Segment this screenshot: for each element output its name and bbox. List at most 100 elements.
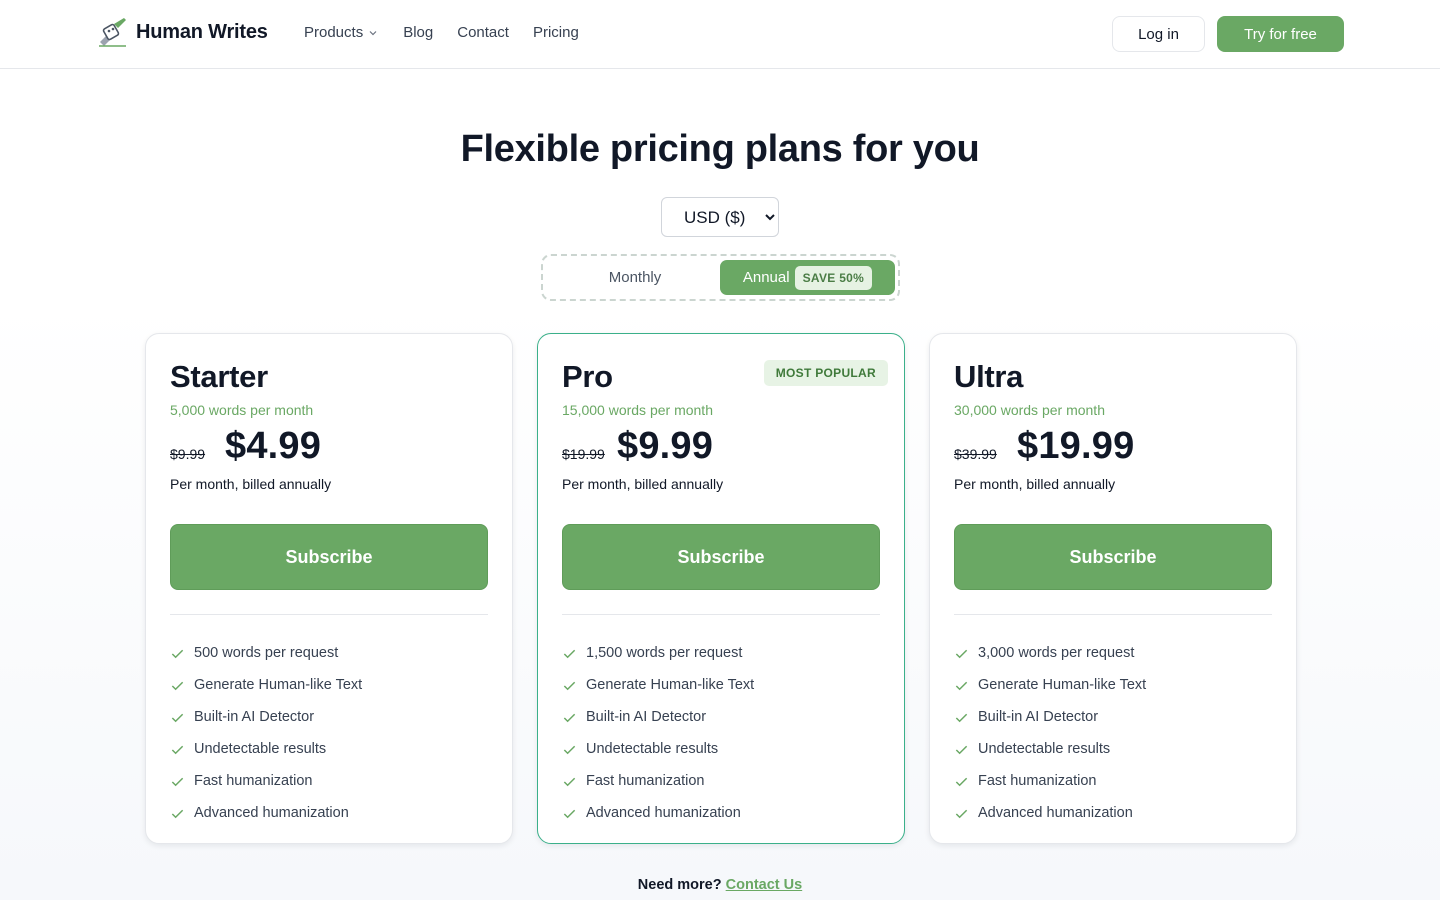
- feature-text: Built-in AI Detector: [978, 709, 1099, 725]
- plan-old-price: $19.99: [562, 446, 605, 462]
- feature-text: Generate Human-like Text: [978, 677, 1147, 693]
- feature-text: Undetectable results: [194, 741, 327, 757]
- card-divider: [954, 614, 1272, 615]
- check-icon: [171, 713, 184, 722]
- robot-pen-icon: [99, 18, 126, 47]
- feature-text: Advanced humanization: [586, 805, 741, 821]
- feature-list: 500 words per request Generate Human-lik…: [170, 637, 362, 829]
- check-icon: [955, 649, 968, 658]
- feature-list: 1,500 words per request Generate Human-l…: [562, 637, 754, 829]
- plan-price: $4.99: [225, 425, 322, 467]
- feature-text: Undetectable results: [586, 741, 719, 757]
- feature-text: 3,000 words per request: [978, 645, 1135, 661]
- card-divider: [170, 614, 488, 615]
- most-popular-badge: MOST POPULAR: [763, 360, 888, 386]
- feature-text: Advanced humanization: [978, 805, 1133, 821]
- feature-item: Advanced humanization: [170, 797, 362, 829]
- nav-contact[interactable]: Contact: [457, 24, 509, 41]
- feature-item: Built-in AI Detector: [170, 701, 362, 733]
- toggle-annual[interactable]: Annual SAVE 50%: [720, 260, 895, 295]
- check-icon: [563, 649, 576, 658]
- try-for-free-button[interactable]: Try for free: [1217, 16, 1344, 52]
- contact-us-link[interactable]: Contact Us: [726, 877, 803, 893]
- plan-words: 5,000 words per month: [170, 402, 314, 418]
- plan-price: $9.99: [617, 425, 714, 467]
- feature-text: Fast humanization: [194, 773, 313, 789]
- toggle-annual-label: Annual: [742, 269, 790, 286]
- subscribe-button-ultra[interactable]: Subscribe: [954, 524, 1272, 590]
- nav-products[interactable]: Products: [304, 24, 379, 41]
- check-icon: [171, 681, 184, 690]
- feature-item: Generate Human-like Text: [170, 669, 362, 701]
- need-more-line: Need more? Contact Us: [0, 877, 1440, 893]
- plan-name: Pro: [562, 359, 613, 394]
- plan-name: Ultra: [954, 359, 1024, 394]
- feature-text: 1,500 words per request: [586, 645, 743, 661]
- plan-card-ultra: Ultra 30,000 words per month $39.99 $19.…: [929, 333, 1297, 844]
- feature-list: 3,000 words per request Generate Human-l…: [954, 637, 1146, 829]
- feature-item: Undetectable results: [170, 733, 362, 765]
- feature-text: Generate Human-like Text: [194, 677, 363, 693]
- check-icon: [563, 681, 576, 690]
- billing-toggle: Monthly Annual SAVE 50%: [541, 254, 900, 301]
- chevron-down-icon: [369, 30, 377, 35]
- feature-text: Built-in AI Detector: [194, 709, 315, 725]
- check-icon: [955, 745, 968, 754]
- site-header: Human Writes Products Blog Contact Prici…: [0, 0, 1440, 69]
- plan-old-price: $9.99: [170, 446, 206, 462]
- check-icon: [171, 777, 184, 786]
- subscribe-button-starter[interactable]: Subscribe: [170, 524, 488, 590]
- feature-item: Built-in AI Detector: [562, 701, 754, 733]
- check-icon: [563, 809, 576, 818]
- plan-billing: Per month, billed annually: [954, 476, 1116, 492]
- check-icon: [171, 745, 184, 754]
- feature-item: Generate Human-like Text: [954, 669, 1146, 701]
- brand-name: Human Writes: [136, 20, 268, 43]
- feature-item: Undetectable results: [954, 733, 1146, 765]
- check-icon: [955, 777, 968, 786]
- feature-text: 500 words per request: [194, 645, 339, 661]
- check-icon: [563, 745, 576, 754]
- feature-item: Advanced humanization: [562, 797, 754, 829]
- feature-text: Undetectable results: [978, 741, 1111, 757]
- check-icon: [171, 809, 184, 818]
- check-icon: [563, 713, 576, 722]
- currency-select[interactable]: USD ($): [661, 197, 779, 237]
- feature-item: Fast humanization: [954, 765, 1146, 797]
- feature-text: Advanced humanization: [194, 805, 349, 821]
- save-badge: SAVE 50%: [794, 265, 873, 290]
- card-divider: [562, 614, 880, 615]
- feature-text: Fast humanization: [978, 773, 1097, 789]
- check-icon: [955, 681, 968, 690]
- feature-item: Advanced humanization: [954, 797, 1146, 829]
- toggle-monthly[interactable]: Monthly: [553, 260, 717, 295]
- plan-billing: Per month, billed annually: [562, 476, 724, 492]
- check-icon: [955, 809, 968, 818]
- check-icon: [955, 713, 968, 722]
- plan-name: Starter: [170, 359, 268, 394]
- nav-pricing[interactable]: Pricing: [533, 24, 579, 41]
- feature-text: Generate Human-like Text: [586, 677, 755, 693]
- plan-billing: Per month, billed annually: [170, 476, 332, 492]
- main-nav: Products Blog Contact Pricing: [304, 24, 579, 41]
- check-icon: [563, 777, 576, 786]
- feature-item: Fast humanization: [170, 765, 362, 797]
- feature-item: Undetectable results: [562, 733, 754, 765]
- plan-words: 30,000 words per month: [954, 402, 1105, 418]
- login-button[interactable]: Log in: [1112, 16, 1205, 52]
- check-icon: [171, 649, 184, 658]
- brand-logo[interactable]: Human Writes: [96, 16, 268, 48]
- feature-item: 3,000 words per request: [954, 637, 1146, 669]
- feature-item: 500 words per request: [170, 637, 362, 669]
- plan-words: 15,000 words per month: [562, 402, 713, 418]
- need-more-text: Need more?: [637, 877, 722, 893]
- feature-text: Fast humanization: [586, 773, 705, 789]
- nav-blog[interactable]: Blog: [403, 24, 433, 41]
- plan-card-starter: Starter 5,000 words per month $9.99 $4.9…: [145, 333, 513, 844]
- feature-item: 1,500 words per request: [562, 637, 754, 669]
- plan-old-price: $39.99: [954, 446, 997, 462]
- feature-item: Fast humanization: [562, 765, 754, 797]
- plan-price: $19.99: [1017, 425, 1135, 467]
- subscribe-button-pro[interactable]: Subscribe: [562, 524, 880, 590]
- feature-item: Generate Human-like Text: [562, 669, 754, 701]
